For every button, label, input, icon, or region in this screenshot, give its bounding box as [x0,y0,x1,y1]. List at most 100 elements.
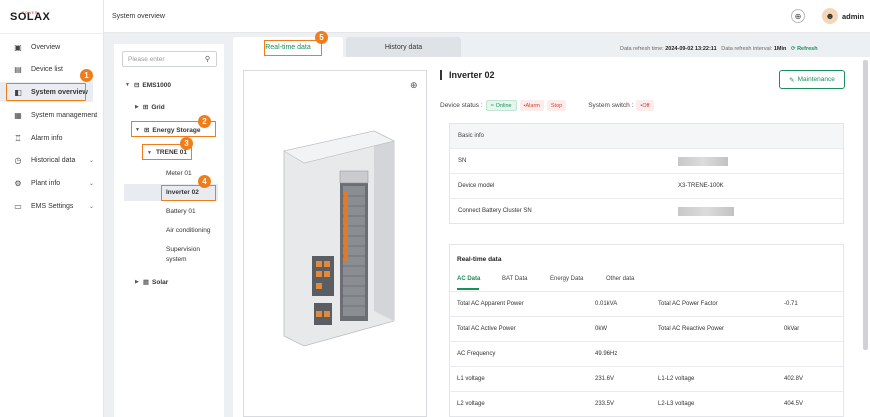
info-row-battery-sn: Connect Battery Cluster SN [450,198,843,223]
tree-search-input[interactable]: Please enter ⚲ [122,51,217,67]
refresh-time-label: Data refresh time: [620,46,664,52]
search-icon[interactable]: ⚲ [205,55,210,63]
alarm-icon: ♖ [14,133,22,143]
row-value: 233.5V [595,401,615,407]
row-value: 0.01kVA [595,301,618,307]
device-image [243,70,427,417]
chevron-down-icon: ⌄ [88,180,94,187]
refresh-info: Data refresh time: 2024-09-02 13:22:11 D… [620,46,870,52]
tree-node-label: Meter 01 [166,170,192,177]
highlight-box [264,40,322,56]
sidebar-item-overview[interactable]: ▣ Overview [0,37,104,57]
sidebar-item-system-management[interactable]: ▦ System management ⌄ [0,105,104,125]
tree-node-grid[interactable]: ▶ ⊞ Grid [135,103,165,112]
table-row: L2 voltage 233.5V L2-L3 voltage 404.5V [449,391,844,416]
row-label: L1-L2 voltage [658,376,695,382]
status-alarm-text: Alarm [525,102,540,109]
redacted-value [678,207,734,218]
maintenance-button[interactable]: ✎ Maintenance [779,70,845,89]
tree-node-label: system [166,256,187,263]
system-switch-value: Off [642,102,650,109]
solar-icon: ▦ [142,279,150,286]
row-label: Total AC Apparent Power [457,301,524,307]
subtab-underline [457,288,479,290]
caret-down-icon[interactable]: ▼ [125,82,130,88]
row-label: L2 voltage [457,401,485,407]
step-badge: 2 [198,115,211,128]
tree-node-label: Air conditioning [166,227,211,234]
sidebar-item-label: Device list [31,65,63,73]
sidebar-item-label: Alarm info [31,134,63,142]
tree-node-solar[interactable]: ▶ ▦ Solar [135,278,168,287]
basic-info-title: Basic info [450,124,843,148]
grid-icon: ⊞ [142,104,149,111]
tree-node-aircon[interactable]: Air conditioning [166,227,210,234]
clock-icon: ◷ [14,155,22,165]
tree-node-label: Battery 01 [166,208,196,215]
subtab-energy-data[interactable]: Energy Data [550,276,583,282]
sidebar-item-plant-info[interactable]: ⚙ Plant info ⌄ [0,173,104,193]
highlight-box [6,83,86,101]
info-label: Device model [458,183,495,189]
avatar[interactable]: ☻ [822,8,838,24]
subtab-other-data[interactable]: Other data [606,276,634,282]
row-value: 0kVar [784,326,800,332]
row-value: -0.71 [784,301,798,307]
row-label: AC Frequency [457,351,496,357]
subtab-bat-data[interactable]: BAT Data [502,276,527,282]
row-value: 0kW [595,326,607,332]
ems-icon: ⊟ [133,82,140,89]
refresh-interval-label: Data refresh interval: [721,46,773,52]
step-badge: 1 [80,69,93,82]
table-row: AC Frequency 49.96Hz [449,341,844,366]
page-title: System overview [112,12,165,20]
row-value: 231.6V [595,376,615,382]
tab-history-data[interactable]: History data [346,37,461,57]
tab-label: History data [384,43,423,51]
tree-node-ems[interactable]: ▼ ⊟ EMS1000 [125,81,171,90]
subtab-ac-data[interactable]: AC Data [457,276,480,282]
zoom-in-icon[interactable]: ⊕ [410,80,418,91]
overview-icon: ▣ [14,42,22,52]
tree-node-battery[interactable]: Battery 01 [166,208,196,215]
chevron-down-icon: ⌄ [88,203,94,210]
tree-node-meter[interactable]: Meter 01 [166,170,192,177]
sidebar-item-label: Plant info [31,179,61,187]
sidebar-item-ems-settings[interactable]: ▭ EMS Settings ⌄ [0,196,104,216]
status-badge-stop: Stop [546,100,567,111]
refresh-time-value: 2024-09-02 13:22:11 [665,46,717,52]
logo: SOLAX POWER [0,0,103,34]
info-row-sn: SN [450,148,843,173]
maintenance-label: Maintenance [797,76,835,83]
table-row: Total AC Active Power 0kW Total AC Reactiv… [449,316,844,341]
sidebar-item-historical-data[interactable]: ◷ Historical data ⌄ [0,150,104,170]
status-badge-online: ≈ Online [485,100,517,111]
info-label: Connect Battery Cluster SN [458,208,532,214]
caret-right-icon[interactable]: ▶ [135,279,139,285]
sidebar-item-alarm-info[interactable]: ♖ Alarm info [0,128,104,148]
device-list-icon: ▤ [14,64,22,74]
table-row: L1 voltage 231.6V L1-L2 voltage 402.8V [449,366,844,391]
caret-right-icon[interactable]: ▶ [135,104,139,110]
system-management-icon: ▦ [14,110,22,120]
sidebar-item-label: EMS Settings [31,202,74,210]
device-status-row: Device status : ≈ Online • Alarm Stop Sys… [440,100,654,111]
chevron-down-icon: ⌄ [92,112,98,119]
tree-node-label: EMS1000 [142,81,171,89]
sidebar-item-label: System management [31,111,98,119]
step-badge: 5 [315,31,328,44]
language-globe-icon[interactable]: ⊕ [791,9,805,23]
user-name[interactable]: admin [842,12,870,21]
row-label: Total AC Reactive Power [658,326,725,332]
row-value: 404.5V [784,401,804,407]
device-status-label: Device status : [440,102,483,109]
tree-node-supervision[interactable]: Supervision [166,246,200,253]
info-value: X3-TRENE-100K [678,183,724,189]
status-online-text: Online [495,102,512,109]
refresh-button[interactable]: Refresh [797,46,817,52]
info-row-model: Device model X3-TRENE-100K [450,173,843,198]
basic-info-card: Basic info SN Device model X3-TRENE-100K … [449,123,844,224]
row-label: Total AC Power Factor [658,301,718,307]
scrollbar[interactable] [863,60,868,350]
refresh-icon[interactable]: ⟳ [791,46,796,52]
